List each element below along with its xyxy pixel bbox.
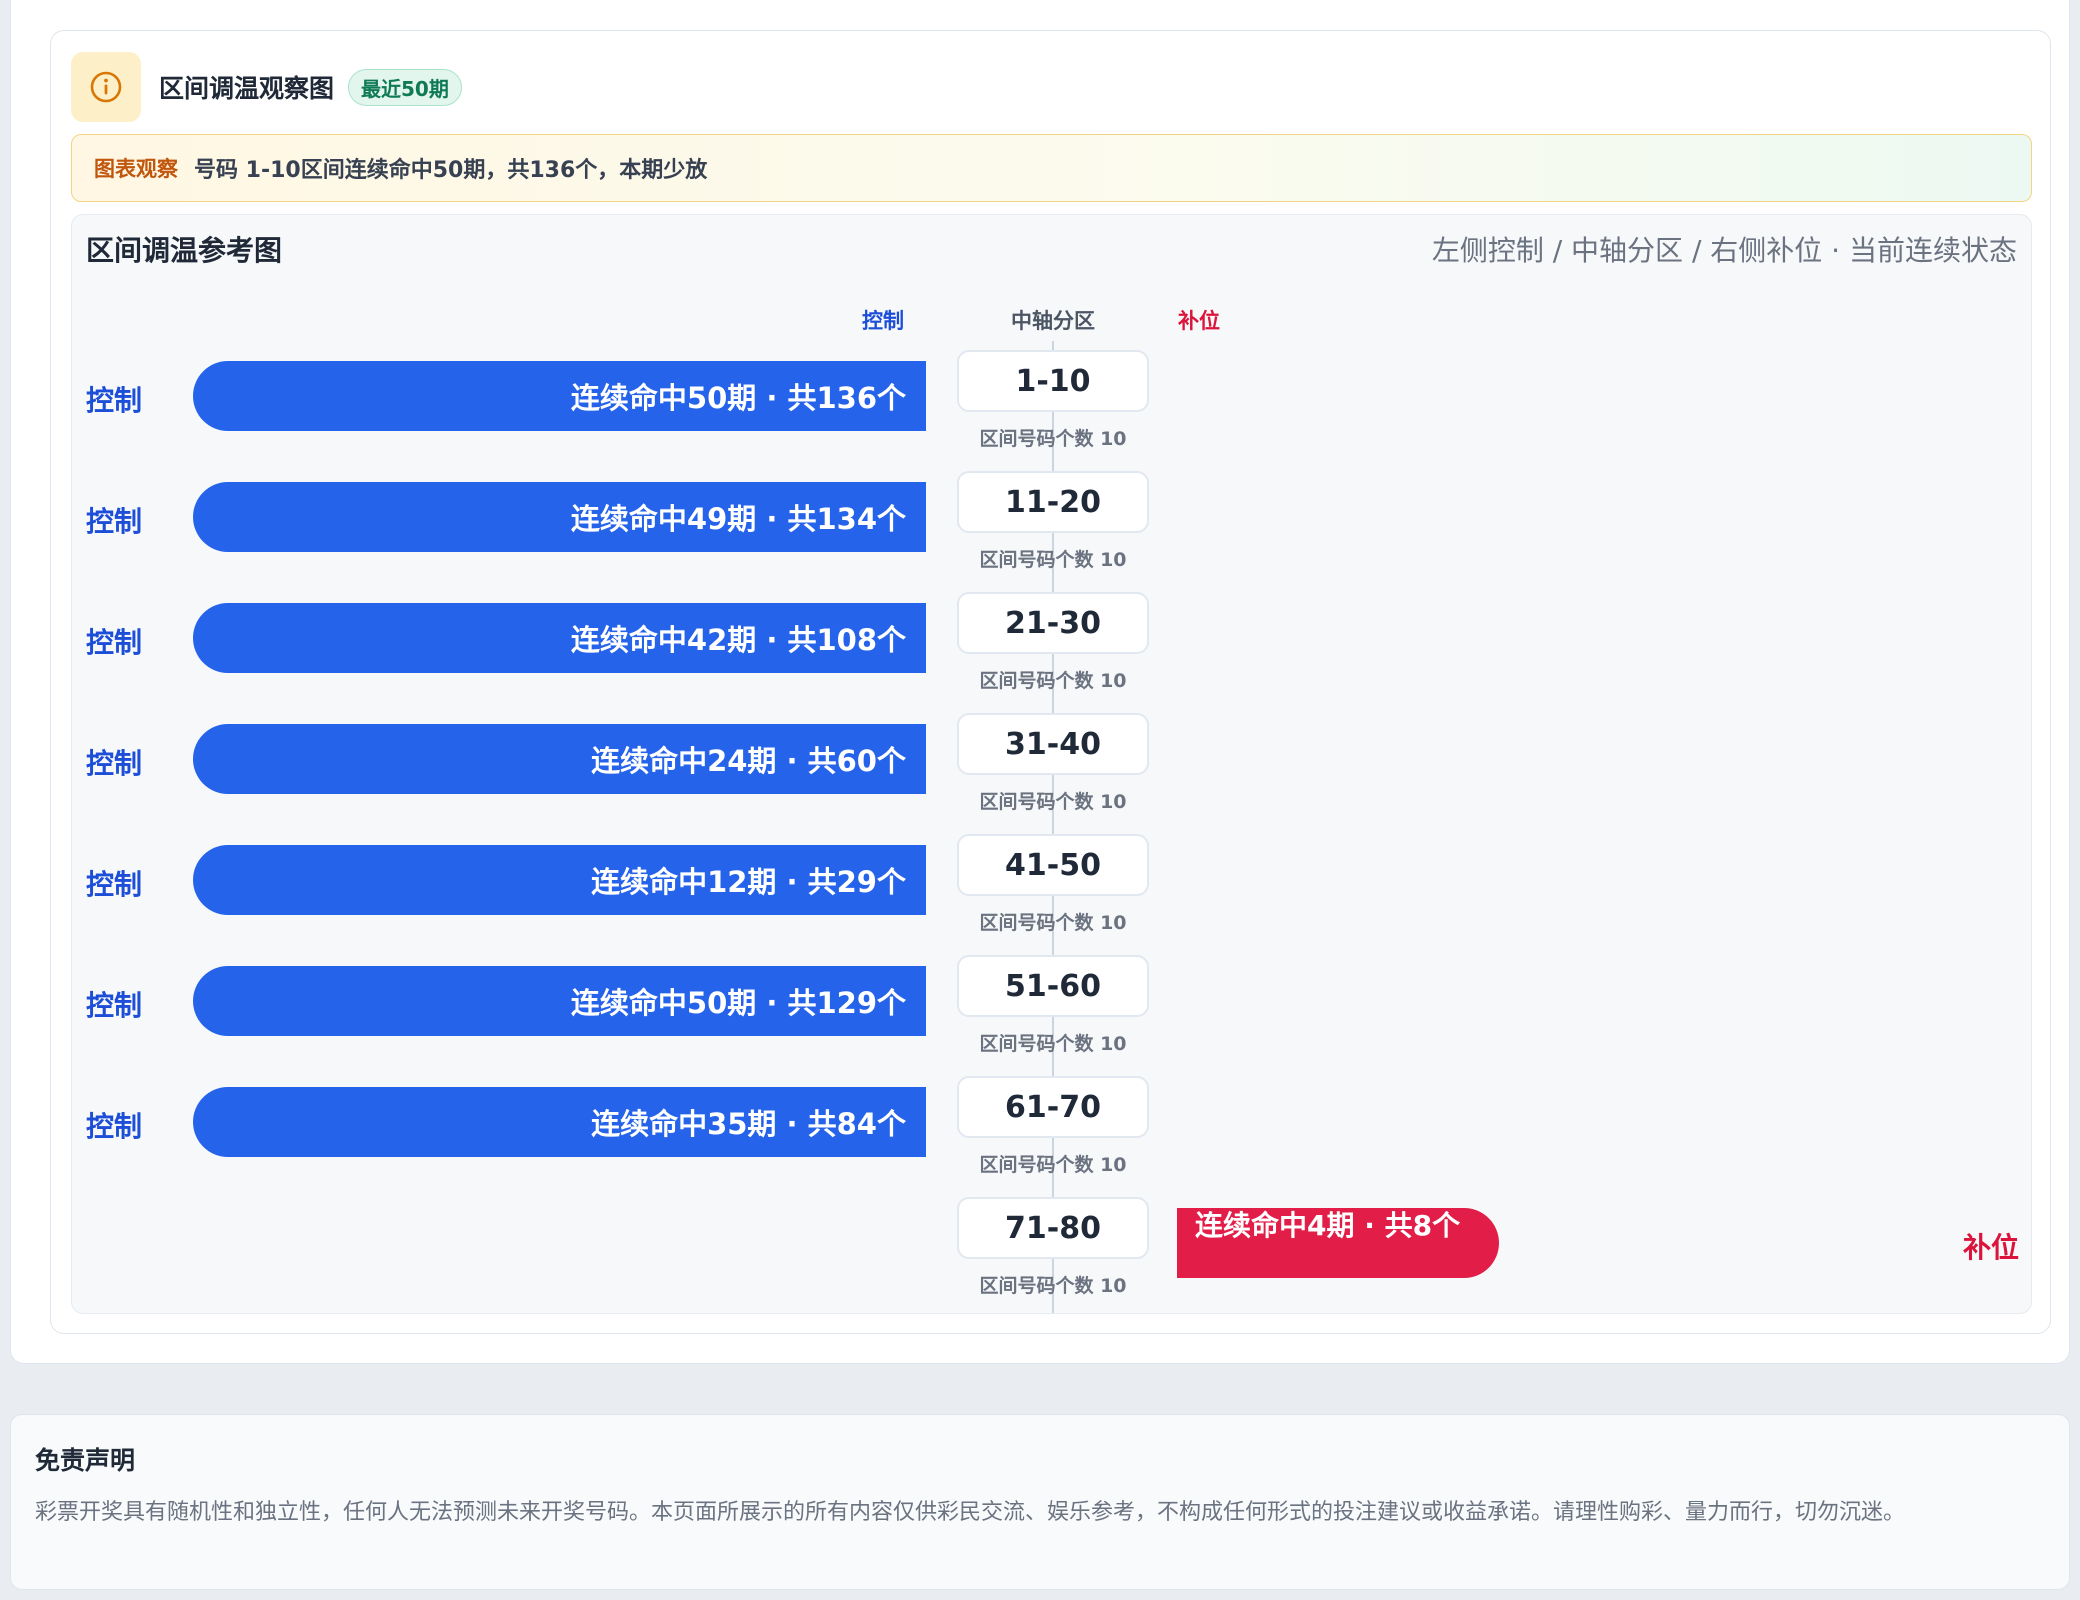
bar-label: 连续命中50期 · 共136个 [570, 381, 906, 415]
zone-caption: 区间号码个数 10 [979, 912, 1127, 934]
control-bar: 连续命中49期 · 共134个 [193, 482, 926, 552]
chart-row: 控制 连续命中49期 · 共134个 11-20 区间号码个数 10 [72, 467, 2031, 588]
zone-pill: 51-60 [957, 955, 1149, 1017]
chart-row: 控制 连续命中42期 · 共108个 21-30 区间号码个数 10 [72, 588, 2031, 709]
zone-caption: 区间号码个数 10 [979, 670, 1127, 692]
period-badge: 最近50期 [348, 68, 462, 106]
zone-caption: 区间号码个数 10 [979, 1154, 1127, 1176]
observation-banner: 图表观察 号码 1-10区间连续命中50期，共136个，本期少放 [71, 134, 2032, 202]
zone-pill: 11-20 [957, 471, 1149, 533]
disclaimer-text: 彩票开奖具有随机性和独立性，任何人无法预测未来开奖号码。本页面所展示的所有内容仅… [35, 1500, 1906, 1525]
control-bar: 连续命中35期 · 共84个 [193, 1087, 926, 1157]
zone-pill: 1-10 [957, 350, 1149, 412]
control-label: 控制 [86, 1110, 143, 1143]
bar-label: 连续命中12期 · 共29个 [591, 865, 906, 899]
control-label: 控制 [86, 384, 143, 417]
card-title: 区间调温观察图 [159, 74, 335, 103]
zone-caption: 区间号码个数 10 [979, 549, 1127, 571]
info-circle-icon [71, 52, 141, 122]
zone-caption: 区间号码个数 10 [979, 791, 1127, 813]
fill-bar: 连续命中4期 · 共8个 [1177, 1208, 1499, 1278]
chart-row: 控制 连续命中12期 · 共29个 41-50 区间号码个数 10 [72, 830, 2031, 951]
chart-title: 区间调温参考图 [86, 234, 283, 267]
zone-caption: 区间号码个数 10 [979, 1033, 1127, 1055]
chart-row: 控制 连续命中50期 · 共136个 1-10 区间号码个数 10 [72, 346, 2031, 467]
chart-row: 控制 连续命中24期 · 共60个 31-40 区间号码个数 10 [72, 709, 2031, 830]
card-header: 区间调温观察图 最近50期 [71, 52, 462, 122]
control-label: 控制 [86, 505, 143, 538]
column-header-fill: 补位 [1178, 309, 1220, 333]
bar-label: 连续命中50期 · 共129个 [570, 986, 906, 1020]
control-bar: 连续命中42期 · 共108个 [193, 603, 926, 673]
control-bar: 连续命中50期 · 共129个 [193, 966, 926, 1036]
control-label: 控制 [86, 989, 143, 1022]
bar-label: 连续命中4期 · 共8个 [1195, 1209, 1461, 1242]
bar-label: 连续命中49期 · 共134个 [570, 502, 906, 536]
chart-row: 控制 连续命中35期 · 共84个 61-70 区间号码个数 10 [72, 1072, 2031, 1193]
disclaimer-section: 免责声明 彩票开奖具有随机性和独立性，任何人无法预测未来开奖号码。本页面所展示的… [10, 1414, 2070, 1590]
chart-row: 控制 连续命中50期 · 共129个 51-60 区间号码个数 10 [72, 951, 2031, 1072]
chart-legend: 左侧控制 / 中轴分区 / 右侧补位 · 当前连续状态 [1431, 234, 2017, 267]
bar-label: 连续命中42期 · 共108个 [570, 623, 906, 657]
zone-pill: 21-30 [957, 592, 1149, 654]
control-label: 控制 [86, 626, 143, 659]
bar-label: 连续命中24期 · 共60个 [591, 744, 906, 778]
zone-pill: 61-70 [957, 1076, 1149, 1138]
zone-caption: 区间号码个数 10 [979, 428, 1127, 450]
observation-tag: 图表观察 [94, 157, 178, 181]
control-label: 控制 [86, 747, 143, 780]
zone-pill: 31-40 [957, 713, 1149, 775]
zone-pill: 41-50 [957, 834, 1149, 896]
control-bar: 连续命中24期 · 共60个 [193, 724, 926, 794]
zone-pill: 71-80 [957, 1197, 1149, 1259]
disclaimer-title: 免责声明 [35, 1446, 136, 1475]
chart-row: 补位 连续命中4期 · 共8个 71-80 区间号码个数 10 [72, 1193, 2031, 1313]
column-header-control: 控制 [862, 309, 904, 333]
main-panel: 区间调温观察图 最近50期 图表观察 号码 1-10区间连续命中50期，共136… [10, 0, 2070, 1364]
bar-label: 连续命中35期 · 共84个 [591, 1107, 906, 1141]
chart-card: 区间调温观察图 最近50期 图表观察 号码 1-10区间连续命中50期，共136… [50, 30, 2051, 1334]
chart-panel: 区间调温参考图 左侧控制 / 中轴分区 / 右侧补位 · 当前连续状态 控制 中… [71, 214, 2032, 1314]
control-bar: 连续命中50期 · 共136个 [193, 361, 926, 431]
zone-caption: 区间号码个数 10 [979, 1275, 1127, 1297]
control-label: 控制 [86, 868, 143, 901]
fill-label: 补位 [1962, 1231, 2019, 1264]
observation-text: 号码 1-10区间连续命中50期，共136个，本期少放 [194, 158, 708, 183]
column-header-axis: 中轴分区 [1011, 309, 1095, 333]
control-bar: 连续命中12期 · 共29个 [193, 845, 926, 915]
